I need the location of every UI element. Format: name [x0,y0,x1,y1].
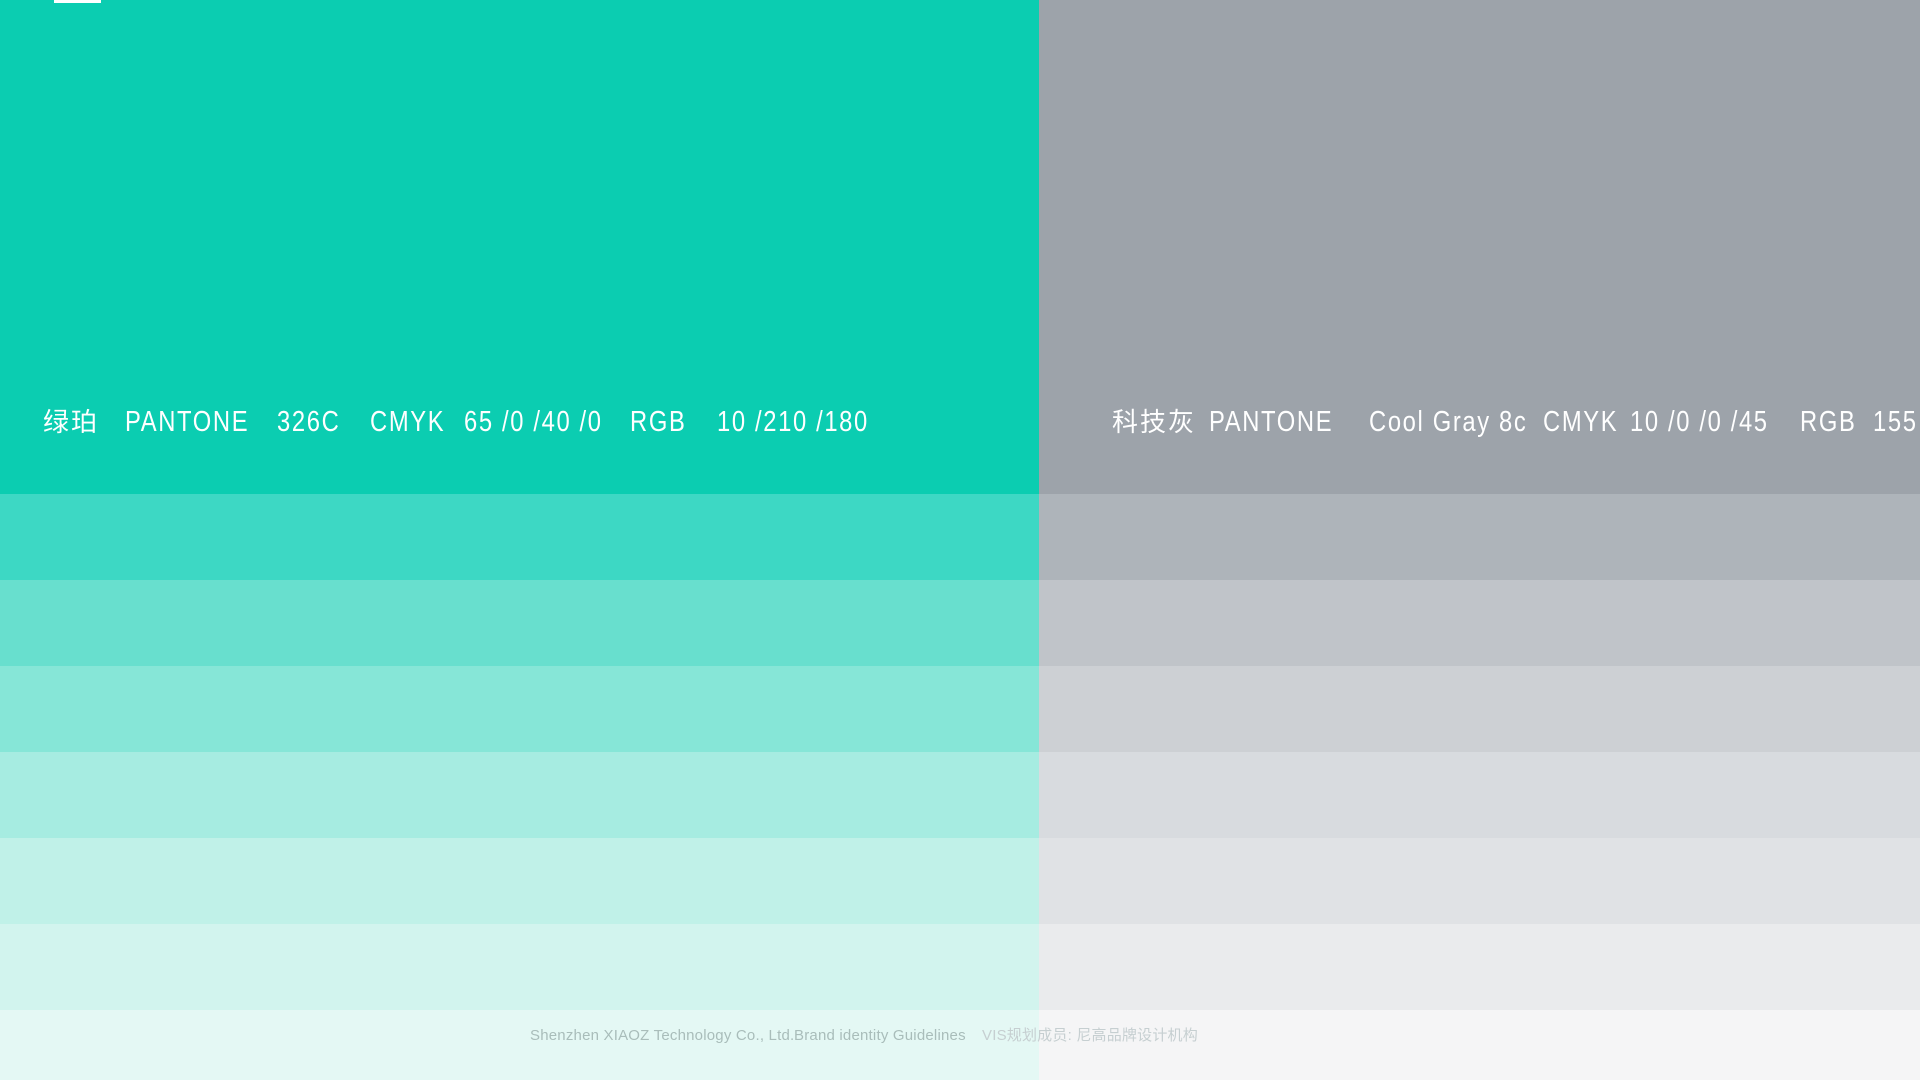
green-spec-row: 绿珀 PANTONE 326C CMYK 65 /0 /40 /0 RGB 10… [0,402,1039,442]
green-tint-band-4 [0,752,1039,838]
green-tint-band-7 [0,1010,1039,1080]
green-tint-band-6 [0,924,1039,1010]
gray-tint-band-7 [1039,1010,1920,1080]
color-name: 绿珀 [43,402,99,442]
rgb-label: RGB [1800,402,1856,442]
color-name: 科技灰 [1112,402,1196,442]
green-tint-band-5 [0,838,1039,924]
gray-tint-band-2 [1039,580,1920,666]
green-tint-band-2 [0,580,1039,666]
gray-spec-row: 科技灰 PANTONE Cool Gray 8c CMYK 10 /0 /0 /… [1039,402,1920,442]
pantone-value: Cool Gray 8c [1369,402,1527,442]
logo-fragment [54,0,101,3]
green-tint-band-3 [0,666,1039,752]
gray-tint-band-3 [1039,666,1920,752]
gray-tint-band-4 [1039,752,1920,838]
gray-tint-band-5 [1039,838,1920,924]
pantone-label: PANTONE [125,402,249,442]
green-tint-band-1 [0,494,1039,580]
green-main-swatch: 绿珀 PANTONE 326C CMYK 65 /0 /40 /0 RGB 10… [0,0,1039,494]
rgb-value: 155 [1873,402,1918,442]
gray-main-swatch: 科技灰 PANTONE Cool Gray 8c CMYK 10 /0 /0 /… [1039,0,1920,494]
rgb-value: 10 /210 /180 [717,402,869,442]
cmyk-value: 65 /0 /40 /0 [464,402,603,442]
brand-color-guidelines-page: 绿珀 PANTONE 326C CMYK 65 /0 /40 /0 RGB 10… [0,0,1920,1080]
pantone-label: PANTONE [1209,402,1333,442]
gray-tint-band-1 [1039,494,1920,580]
cmyk-value: 10 /0 /0 /45 [1630,402,1769,442]
color-column-green: 绿珀 PANTONE 326C CMYK 65 /0 /40 /0 RGB 10… [0,0,1039,1080]
gray-tint-band-6 [1039,924,1920,1010]
cmyk-label: CMYK [1543,402,1618,442]
color-column-gray: 科技灰 PANTONE Cool Gray 8c CMYK 10 /0 /0 /… [1039,0,1920,1080]
pantone-value: 326C [277,402,340,442]
cmyk-label: CMYK [370,402,445,442]
rgb-label: RGB [630,402,686,442]
